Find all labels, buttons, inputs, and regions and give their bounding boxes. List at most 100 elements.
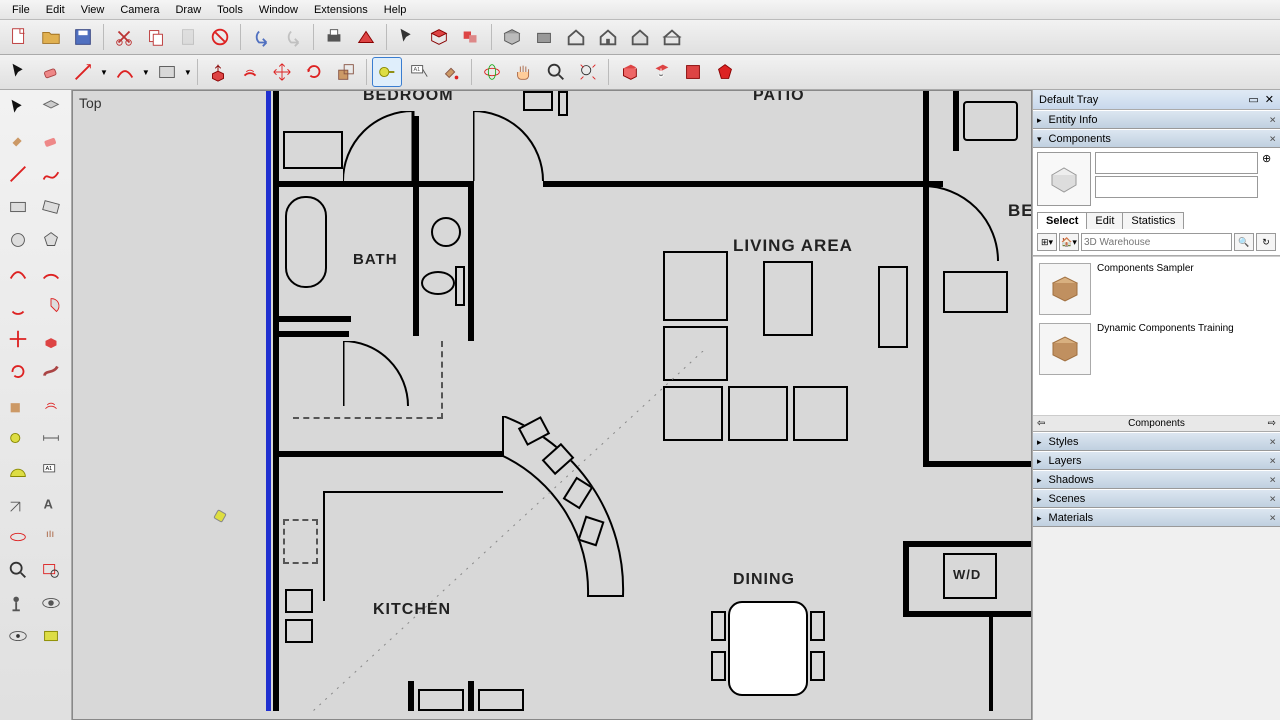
component-name-input[interactable]: [1095, 152, 1258, 174]
position-camera-side[interactable]: [3, 588, 33, 618]
lookaround-side[interactable]: [36, 588, 66, 618]
freehand-side[interactable]: [36, 159, 66, 189]
tray-pin-icon[interactable]: ▭: [1248, 93, 1258, 106]
refresh-button[interactable]: ↻: [1256, 233, 1276, 251]
house-icon-3[interactable]: [625, 22, 655, 52]
panel-layers[interactable]: Layers×: [1033, 451, 1280, 470]
panel-styles[interactable]: Styles×: [1033, 432, 1280, 451]
pushpull-side[interactable]: [36, 324, 66, 354]
home-button[interactable]: 🏠▾: [1059, 233, 1079, 251]
menu-draw[interactable]: Draw: [167, 2, 209, 18]
search-input[interactable]: [1081, 233, 1232, 251]
menu-file[interactable]: File: [4, 2, 38, 18]
panel-shadows[interactable]: Shadows×: [1033, 470, 1280, 489]
move-tool[interactable]: [267, 57, 297, 87]
cut-button[interactable]: [109, 22, 139, 52]
tab-select[interactable]: Select: [1037, 212, 1087, 229]
rotrect-side[interactable]: [36, 192, 66, 222]
menu-extensions[interactable]: Extensions: [306, 2, 376, 18]
copy-button[interactable]: [141, 22, 171, 52]
pan-side[interactable]: [36, 522, 66, 552]
select-tool[interactable]: [4, 57, 34, 87]
close-icon[interactable]: ×: [1269, 132, 1276, 145]
tray-close-icon[interactable]: ✕: [1265, 93, 1274, 106]
arc-side[interactable]: [3, 258, 33, 288]
eraser-side[interactable]: [36, 126, 66, 156]
search-button[interactable]: 🔍: [1234, 233, 1254, 251]
select-tool-side[interactable]: [3, 93, 33, 123]
rotate-side[interactable]: [3, 357, 33, 387]
panel-scenes[interactable]: Scenes×: [1033, 489, 1280, 508]
close-icon[interactable]: ×: [1269, 511, 1276, 524]
tape-tool[interactable]: [372, 57, 402, 87]
menu-help[interactable]: Help: [376, 2, 415, 18]
nav-fwd-icon[interactable]: ⇨: [1268, 418, 1276, 429]
menu-camera[interactable]: Camera: [112, 2, 167, 18]
move-side[interactable]: [3, 324, 33, 354]
view-mode-button[interactable]: ⊞▾: [1037, 233, 1057, 251]
zoom-tool[interactable]: [541, 57, 571, 87]
protractor-side[interactable]: [3, 456, 33, 486]
paint-side[interactable]: [3, 126, 33, 156]
pushpull-tool[interactable]: [203, 57, 233, 87]
house-icon-2[interactable]: [593, 22, 623, 52]
cancel-button[interactable]: [205, 22, 235, 52]
rect-side[interactable]: [3, 192, 33, 222]
circle-side[interactable]: [3, 225, 33, 255]
close-icon[interactable]: ×: [1269, 113, 1276, 126]
tab-edit[interactable]: Edit: [1086, 212, 1123, 229]
line-side[interactable]: [3, 159, 33, 189]
arc2-side[interactable]: [36, 258, 66, 288]
list-item[interactable]: Components Sampler: [1035, 259, 1278, 319]
eraser-tool[interactable]: [36, 57, 66, 87]
zoom-extents-tool[interactable]: [573, 57, 603, 87]
zoom-side[interactable]: [3, 555, 33, 585]
house-icon[interactable]: [561, 22, 591, 52]
ruby-tool[interactable]: [710, 57, 740, 87]
extension-tool[interactable]: [678, 57, 708, 87]
make-component-button[interactable]: [424, 22, 454, 52]
components-list[interactable]: Components Sampler Dynamic Components Tr…: [1033, 256, 1280, 416]
save-button[interactable]: [68, 22, 98, 52]
text-side[interactable]: A1: [36, 456, 66, 486]
rectangle-tool[interactable]: [152, 57, 182, 87]
warehouse-button[interactable]: [497, 22, 527, 52]
dimension-side[interactable]: [36, 423, 66, 453]
menu-view[interactable]: View: [73, 2, 113, 18]
house-icon-4[interactable]: [657, 22, 687, 52]
axes-side[interactable]: [3, 489, 33, 519]
pan-tool[interactable]: [509, 57, 539, 87]
section-side[interactable]: [36, 621, 66, 651]
close-icon[interactable]: ×: [1269, 473, 1276, 486]
pie-side[interactable]: [36, 291, 66, 321]
menu-tools[interactable]: Tools: [209, 2, 251, 18]
panel-materials[interactable]: Materials×: [1033, 508, 1280, 527]
new-button[interactable]: [4, 22, 34, 52]
undo-button[interactable]: [246, 22, 276, 52]
print-button[interactable]: [319, 22, 349, 52]
orbit-tool[interactable]: [477, 57, 507, 87]
menu-window[interactable]: Window: [251, 2, 306, 18]
followme-side[interactable]: [36, 357, 66, 387]
menu-edit[interactable]: Edit: [38, 2, 73, 18]
warehouse-upload-button[interactable]: [529, 22, 559, 52]
tray-title[interactable]: Default Tray ▭ ✕: [1033, 90, 1280, 110]
offset-tool[interactable]: [235, 57, 265, 87]
tape-side[interactable]: [3, 423, 33, 453]
paint-tool[interactable]: [436, 57, 466, 87]
open-button[interactable]: [36, 22, 66, 52]
arc-tool[interactable]: [110, 57, 140, 87]
close-icon[interactable]: ×: [1269, 435, 1276, 448]
expand-icon[interactable]: ⊕: [1262, 152, 1276, 165]
panel-components[interactable]: Components×: [1033, 129, 1280, 148]
warehouse-get[interactable]: [646, 57, 676, 87]
polygon-side[interactable]: [36, 225, 66, 255]
component-desc-input[interactable]: [1095, 176, 1258, 198]
scale-side[interactable]: [3, 390, 33, 420]
orbit-side[interactable]: [3, 522, 33, 552]
walk-side[interactable]: [3, 621, 33, 651]
paste-button[interactable]: [173, 22, 203, 52]
zoomwin-side[interactable]: [36, 555, 66, 585]
offset-side[interactable]: [36, 390, 66, 420]
drawing-canvas[interactable]: Top BEDROOM PATIO BATH: [72, 90, 1032, 720]
